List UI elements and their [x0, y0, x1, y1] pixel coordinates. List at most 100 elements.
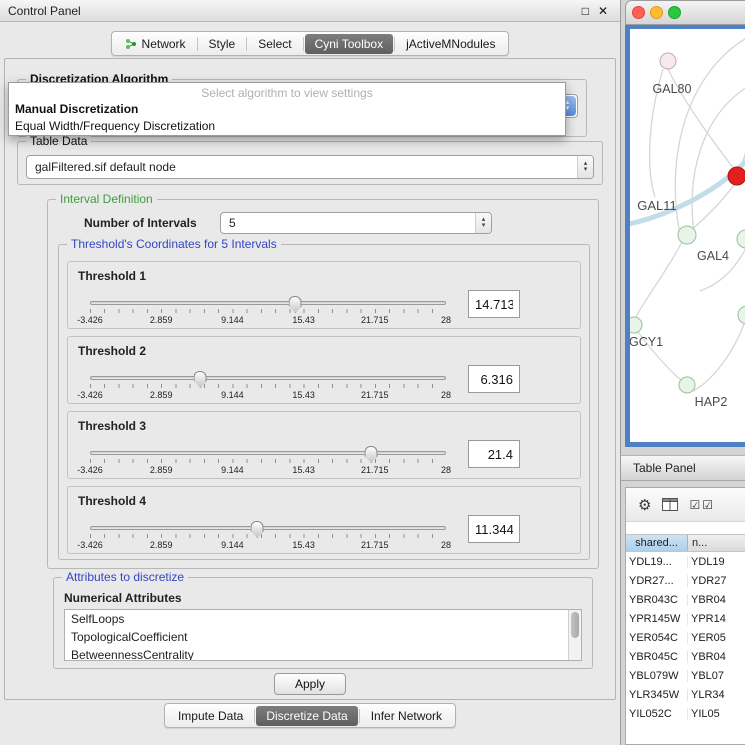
- node[interactable]: [679, 377, 695, 393]
- threshold-1-value[interactable]: [468, 290, 520, 318]
- threshold-label: Threshold 4: [78, 494, 146, 508]
- numerical-attributes-label: Numerical Attributes: [64, 591, 182, 605]
- tab-separator: [303, 37, 304, 51]
- tick-label: 9.144: [221, 390, 244, 400]
- selected-red-node[interactable]: [728, 167, 745, 185]
- cell[interactable]: YBR04: [688, 594, 745, 606]
- close-icon[interactable]: ✕: [598, 4, 608, 18]
- threshold-1-panel: Threshold 1 -3.426 2.859 9.144 15.43 21.…: [67, 261, 581, 329]
- tab-style[interactable]: Style: [199, 34, 246, 54]
- node[interactable]: [630, 317, 642, 333]
- list-item[interactable]: BetweennessCentrality: [65, 646, 581, 661]
- node-label: GAL4: [697, 249, 729, 263]
- table-row[interactable]: YPR145W YPR14: [626, 609, 745, 628]
- cell[interactable]: YPR145W: [626, 613, 688, 625]
- threshold-3-slider[interactable]: -3.426 2.859 9.144 15.43 21.715 28: [90, 446, 446, 478]
- threshold-1-slider[interactable]: -3.426 2.859 9.144 15.43 21.715 28: [90, 296, 446, 328]
- tick-label: 28: [441, 540, 451, 550]
- column-header-name[interactable]: n...: [688, 535, 745, 551]
- table-panel-header: Table Panel: [621, 455, 745, 481]
- cell[interactable]: YBL079W: [626, 670, 688, 682]
- tick-label: 9.144: [221, 540, 244, 550]
- cell[interactable]: YIL05: [688, 708, 745, 720]
- tab-impute-data[interactable]: Impute Data: [168, 706, 253, 726]
- menu-item-equal-width-frequency[interactable]: Equal Width/Frequency Discretization: [9, 118, 565, 135]
- cell[interactable]: YDR27...: [626, 575, 688, 587]
- cell[interactable]: YBR043C: [626, 594, 688, 606]
- interval-definition-group: Interval Definition Number of Intervals …: [47, 199, 599, 569]
- cell[interactable]: YER054C: [626, 632, 688, 644]
- table-row[interactable]: YIL052C YIL05: [626, 704, 745, 723]
- threshold-label: Threshold 2: [78, 344, 146, 358]
- panel-title: Control Panel: [8, 4, 582, 18]
- tab-separator: [254, 709, 255, 723]
- combo-stepper-icon[interactable]: ▴ ▾: [475, 213, 491, 233]
- number-of-intervals-combo[interactable]: 5 ▴ ▾: [220, 212, 492, 234]
- node[interactable]: [738, 306, 745, 324]
- zoom-traffic-light-icon[interactable]: [668, 6, 681, 19]
- group-label: Threshold's Coordinates for 5 Intervals: [67, 237, 281, 251]
- list-item[interactable]: SelfLoops: [65, 610, 581, 628]
- table-panel-window: ⚙ ☑☑ shared... n... YDL19... YDL19 YDR27…: [625, 487, 745, 745]
- cell[interactable]: YLR34: [688, 689, 745, 701]
- menu-item-manual-discretization[interactable]: Manual Discretization: [9, 101, 565, 118]
- threshold-4-slider[interactable]: -3.426 2.859 9.144 15.43 21.715 28: [90, 521, 446, 553]
- cell[interactable]: YDL19...: [626, 556, 688, 568]
- columns-icon[interactable]: [662, 498, 678, 511]
- combo-stepper-icon[interactable]: ▴ ▾: [577, 156, 593, 178]
- tick-label: -3.426: [77, 465, 103, 475]
- scrollbar-thumb[interactable]: [571, 612, 579, 638]
- apply-button[interactable]: Apply: [274, 673, 346, 695]
- cell[interactable]: YDR27: [688, 575, 745, 587]
- table-row[interactable]: YLR345W YLR34: [626, 685, 745, 704]
- tab-network[interactable]: Network: [115, 34, 196, 54]
- tick-label: 21.715: [361, 390, 389, 400]
- cell[interactable]: YDL19: [688, 556, 745, 568]
- scrollbar[interactable]: [568, 610, 581, 660]
- attributes-group: Attributes to discretize Numerical Attri…: [53, 577, 593, 669]
- node[interactable]: [678, 226, 696, 244]
- threshold-3-value[interactable]: [468, 440, 520, 468]
- float-window-icon[interactable]: □: [582, 4, 589, 18]
- cell[interactable]: YER05: [688, 632, 745, 644]
- table-row[interactable]: YBL079W YBL07: [626, 666, 745, 685]
- cell[interactable]: YIL052C: [626, 708, 688, 720]
- threshold-4-value[interactable]: [468, 515, 520, 543]
- tab-jactivemnodules[interactable]: jActiveMNodules: [396, 34, 505, 54]
- table-row[interactable]: YBR043C YBR04: [626, 590, 745, 609]
- table-data-group: Table Data galFiltered.sif default node …: [17, 141, 603, 185]
- tick-label: 21.715: [361, 465, 389, 475]
- threshold-2-slider[interactable]: -3.426 2.859 9.144 15.43 21.715 28: [90, 371, 446, 403]
- cell[interactable]: YPR14: [688, 613, 745, 625]
- top-tabstrip: Network Style Select Cyni Toolbox jActiv…: [111, 31, 510, 56]
- threshold-2-value[interactable]: [468, 365, 520, 393]
- table-row[interactable]: YBR045C YBR04: [626, 647, 745, 666]
- list-item[interactable]: TopologicalCoefficient: [65, 628, 581, 646]
- table-row[interactable]: YDR27... YDR27: [626, 571, 745, 590]
- minimize-traffic-light-icon[interactable]: [650, 6, 663, 19]
- table-row[interactable]: YER054C YER05: [626, 628, 745, 647]
- close-traffic-light-icon[interactable]: [632, 6, 645, 19]
- cell[interactable]: YLR345W: [626, 689, 688, 701]
- threshold-3-panel: Threshold 3 -3.426 2.859 9.144 15.43 21.…: [67, 411, 581, 479]
- slider-track: [90, 526, 446, 530]
- tab-separator: [197, 37, 198, 51]
- cell[interactable]: YBR045C: [626, 651, 688, 663]
- table-data-combo[interactable]: galFiltered.sif default node ▴ ▾: [26, 155, 594, 179]
- node[interactable]: [660, 53, 676, 69]
- tab-label: Cyni Toolbox: [315, 37, 383, 51]
- tab-label: jActiveMNodules: [406, 37, 495, 51]
- cyni-toolbox-pane: Discretization Algorithm ▴ ▾ Table Data …: [4, 58, 616, 700]
- column-visibility-icons[interactable]: ☑☑: [689, 498, 715, 512]
- tab-cyni-toolbox[interactable]: Cyni Toolbox: [305, 34, 393, 54]
- table-row[interactable]: YDL19... YDL19: [626, 552, 745, 571]
- node[interactable]: [737, 230, 745, 248]
- cell[interactable]: YBR04: [688, 651, 745, 663]
- gear-icon[interactable]: ⚙: [638, 496, 651, 514]
- column-header-shared-name[interactable]: shared...: [626, 535, 688, 551]
- tab-infer-network[interactable]: Infer Network: [361, 706, 452, 726]
- tab-select[interactable]: Select: [248, 34, 301, 54]
- network-canvas[interactable]: GAL80 GAL11 GAL4 GCY1 HAP2: [625, 25, 745, 447]
- cell[interactable]: YBL07: [688, 670, 745, 682]
- tab-discretize-data[interactable]: Discretize Data: [256, 706, 357, 726]
